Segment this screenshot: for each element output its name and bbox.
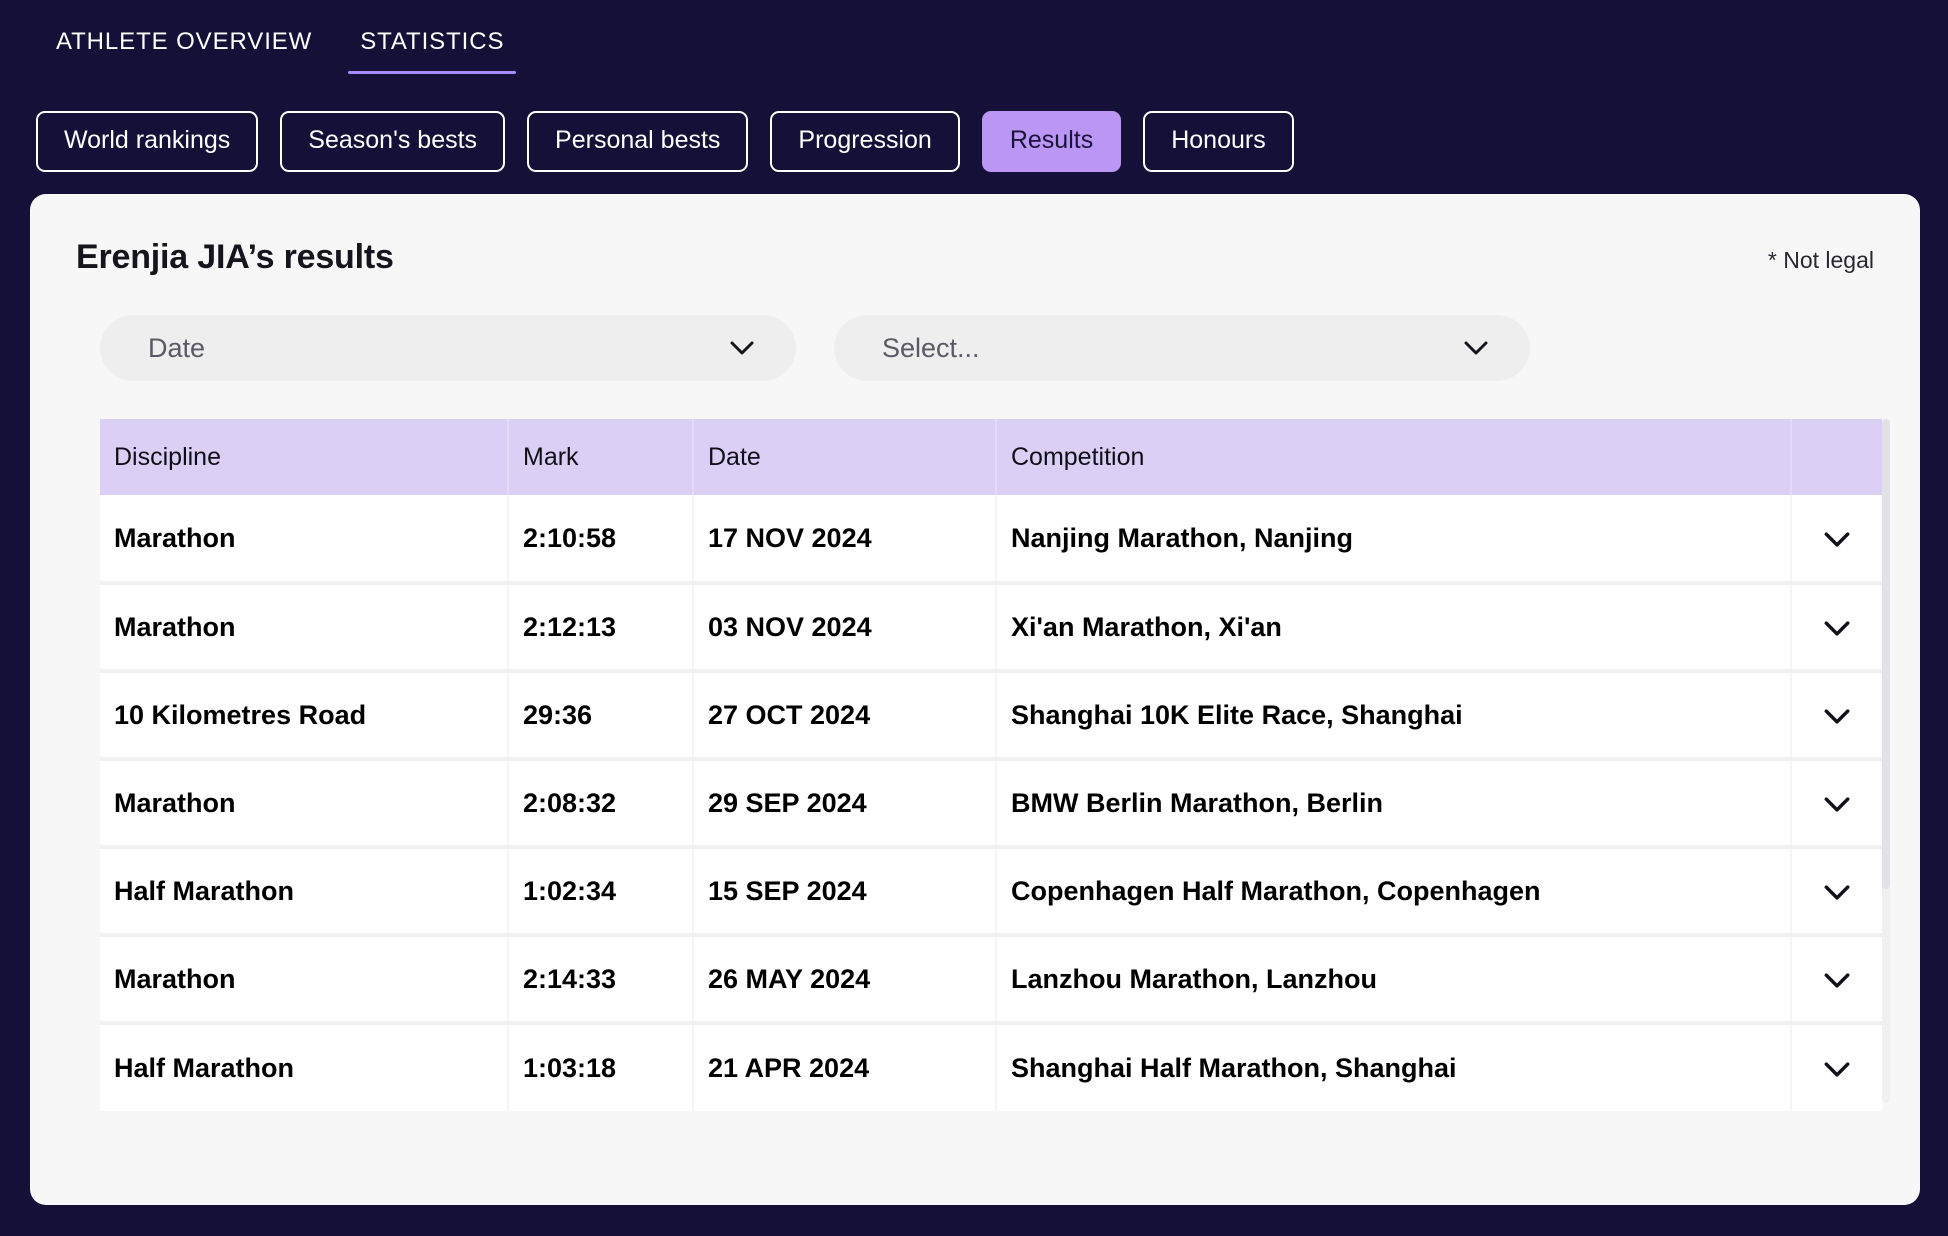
tab-athlete-overview[interactable]: ATHLETE OVERVIEW [40,28,336,74]
filters-row: Date Select... [30,277,1920,381]
tab-statistics[interactable]: STATISTICS [336,28,528,74]
cell-competition: BMW Berlin Marathon, Berlin [996,759,1792,849]
cell-discipline: 10 Kilometres Road [100,671,509,761]
pill-world-rankings[interactable]: World rankings [36,110,259,172]
cell-date: 15 SEP 2024 [693,847,997,937]
chevron-down-icon[interactable] [1824,876,1850,906]
row-expand-cell[interactable] [1791,1023,1882,1111]
cell-mark: 1:02:34 [508,847,694,937]
results-card: Erenjia JIA’s results * Not legal Date Se… [30,194,1920,1205]
cell-date: 27 OCT 2024 [693,671,997,761]
cell-date: 21 APR 2024 [693,1023,997,1111]
pill-results[interactable]: Results [981,110,1122,172]
column-header-discipline[interactable]: Discipline [100,419,509,495]
table-scrollbar-thumb[interactable] [1882,419,1890,889]
chevron-down-icon[interactable] [1824,700,1850,730]
results-card-header: Erenjia JIA’s results * Not legal [30,194,1920,277]
table-vertical-scrollbar[interactable] [1882,419,1890,1103]
top-navigation: ATHLETE OVERVIEW STATISTICS [0,0,1948,86]
cell-mark: 29:36 [508,671,694,761]
column-header-date[interactable]: Date [693,419,997,495]
results-table-head: Discipline Mark Date Competition [100,419,1882,495]
discipline-select-value: Select... [882,332,980,363]
discipline-select[interactable]: Select... [834,315,1530,381]
page-title: Erenjia JIA’s results [76,238,394,276]
date-select[interactable]: Date [100,315,796,381]
table-row[interactable]: 10 Kilometres Road 29:36 27 OCT 2024 Shangh… [100,671,1882,761]
cell-mark: 2:10:58 [508,495,694,585]
cell-competition: Copenhagen Half Marathon, Copenhagen [996,847,1792,937]
pill-personal-bests[interactable]: Personal bests [527,110,749,172]
table-row[interactable]: Marathon 2:12:13 03 NOV 2024 Xi'an Marathon… [100,583,1882,673]
row-expand-cell[interactable] [1791,759,1882,849]
table-row[interactable]: Marathon 2:08:32 29 SEP 2024 BMW Berlin Mar… [100,759,1882,849]
cell-competition: Nanjing Marathon, Nanjing [996,495,1792,585]
table-row[interactable]: Marathon 2:14:33 26 MAY 2024 Lanzhou Marath… [100,935,1882,1025]
chevron-down-icon[interactable] [1824,1053,1850,1083]
table-row[interactable]: Half Marathon 1:03:18 21 APR 2024 Shanghai … [100,1023,1882,1111]
cell-discipline: Marathon [100,935,509,1025]
cell-mark: 2:08:32 [508,759,694,849]
row-expand-cell[interactable] [1791,847,1882,937]
cell-date: 03 NOV 2024 [693,583,997,673]
pill-progression[interactable]: Progression [770,110,960,172]
chevron-down-icon[interactable] [1824,964,1850,994]
chevron-down-icon[interactable] [1824,788,1850,818]
results-table-body: Marathon 2:10:58 17 NOV 2024 Nanjing Marath… [100,495,1882,1111]
results-table-wrapper: Discipline Mark Date Competition Marathon 2:… [100,419,1890,1111]
cell-discipline: Marathon [100,495,509,585]
cell-competition: Lanzhou Marathon, Lanzhou [996,935,1792,1025]
cell-discipline: Marathon [100,583,509,673]
table-row[interactable]: Half Marathon 1:02:34 15 SEP 2024 Copenhage… [100,847,1882,937]
cell-mark: 2:14:33 [508,935,694,1025]
pill-honours[interactable]: Honours [1143,110,1294,172]
results-table: Discipline Mark Date Competition Marathon 2:… [100,419,1882,1111]
cell-date: 26 MAY 2024 [693,935,997,1025]
row-expand-cell[interactable] [1791,583,1882,673]
column-header-expand[interactable] [1791,419,1882,495]
date-select-value: Date [148,332,206,363]
table-header-row: Discipline Mark Date Competition [100,419,1882,495]
results-table-scroll[interactable]: Discipline Mark Date Competition Marathon 2:… [100,419,1882,1111]
column-header-competition[interactable]: Competition [996,419,1792,495]
cell-mark: 1:03:18 [508,1023,694,1111]
not-legal-note: * Not legal [1767,247,1874,273]
cell-competition: Shanghai 10K Elite Race, Shanghai [996,671,1792,761]
cell-discipline: Half Marathon [100,1023,509,1111]
cell-discipline: Marathon [100,759,509,849]
pill-season-s-bests[interactable]: Season's bests [280,110,506,172]
cell-date: 17 NOV 2024 [693,495,997,585]
cell-discipline: Half Marathon [100,847,509,937]
column-header-mark[interactable]: Mark [508,419,694,495]
table-row[interactable]: Marathon 2:10:58 17 NOV 2024 Nanjing Marath… [100,495,1882,585]
cell-date: 29 SEP 2024 [693,759,997,849]
cell-competition: Shanghai Half Marathon, Shanghai [996,1023,1792,1111]
chevron-down-icon[interactable] [1824,612,1850,642]
cell-mark: 2:12:13 [508,583,694,673]
row-expand-cell[interactable] [1791,935,1882,1025]
row-expand-cell[interactable] [1791,671,1882,761]
chevron-down-icon[interactable] [1824,523,1850,553]
row-expand-cell[interactable] [1791,495,1882,585]
statistics-filter-pills: World rankings Season's bests Personal bes… [0,86,1948,182]
cell-competition: Xi'an Marathon, Xi'an [996,583,1792,673]
